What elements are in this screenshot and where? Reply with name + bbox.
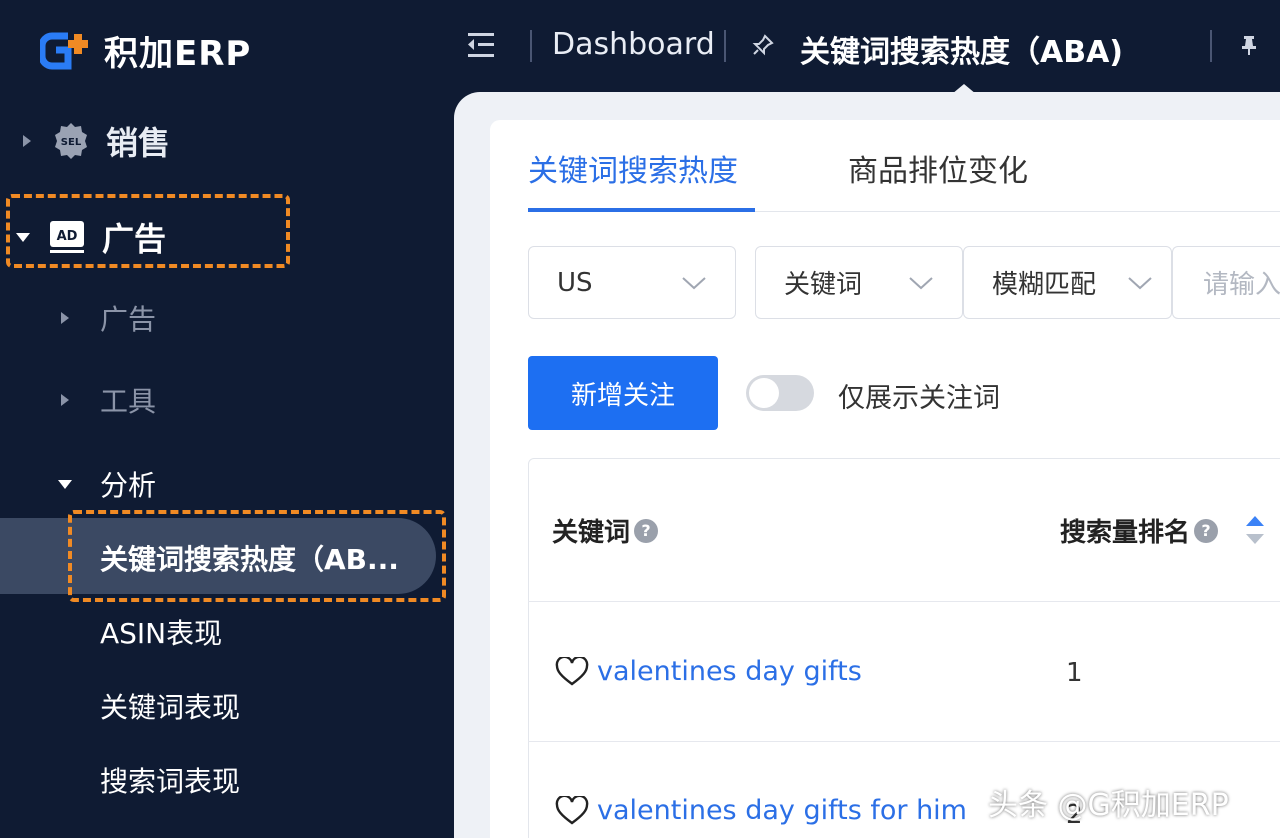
highlight-box — [6, 194, 290, 268]
toggle-knob — [749, 378, 779, 408]
heart-outline-icon[interactable] — [555, 656, 589, 687]
column-header-search-rank[interactable]: 搜索量排名 ? — [1060, 512, 1219, 549]
sidebar-sub-ads[interactable]: 广告 — [56, 298, 156, 338]
breadcrumb-dashboard[interactable]: Dashboard — [552, 27, 715, 62]
sidebar-item-search-term-performance[interactable]: 搜索词表现 — [100, 760, 240, 800]
sidebar-sub-label: 分析 — [100, 469, 157, 502]
keyword-link[interactable]: valentines day gifts for him — [597, 795, 967, 826]
column-header-label: 搜索量排名 — [1060, 518, 1191, 548]
sidebar-item-label: ASIN表现 — [100, 617, 223, 650]
topbar-divider — [530, 30, 532, 62]
app-logo[interactable]: 积加ERP — [40, 26, 251, 75]
help-icon[interactable]: ? — [1194, 518, 1219, 543]
chevron-down-icon — [1128, 276, 1152, 289]
caret-right-icon — [23, 135, 31, 147]
heart-outline-icon[interactable] — [555, 795, 589, 826]
highlight-box — [68, 510, 446, 602]
caret-right-icon — [61, 394, 69, 406]
add-follow-button[interactable]: 新增关注 — [528, 356, 718, 430]
svg-text:SEL: SEL — [61, 137, 82, 148]
market-select-value: US — [557, 267, 593, 298]
table-row: valentines day gifts for him — [555, 795, 967, 826]
sidebar-item-label: 搜索词表现 — [100, 765, 241, 798]
sidebar-item-label: 关键词表现 — [100, 691, 241, 724]
help-icon[interactable]: ? — [634, 518, 659, 543]
keyword-input[interactable]: 请输入 — [1172, 246, 1280, 319]
chevron-down-icon — [909, 276, 933, 289]
topbar-divider — [724, 30, 726, 62]
breadcrumb-current[interactable]: 关键词搜索热度（ABA) — [800, 27, 1123, 71]
watermark: 头条 @G积加ERP — [988, 788, 1229, 823]
rank-value: 1 — [1066, 658, 1083, 688]
sort-icon[interactable] — [1244, 514, 1266, 546]
sidebar-sub-label: 广告 — [100, 303, 157, 336]
field-select[interactable]: 关键词 — [755, 246, 963, 319]
field-select-value: 关键词 — [784, 270, 863, 300]
sidebar-sub-tools[interactable]: 工具 — [56, 380, 156, 420]
caret-down-icon — [58, 480, 72, 489]
tab-product-rank-change[interactable]: 商品排位变化 — [848, 146, 1028, 190]
pin-outline-icon[interactable] — [752, 34, 774, 56]
sidebar-group-label: 销售 — [106, 124, 171, 162]
keyword-link[interactable]: valentines day gifts — [597, 656, 862, 687]
logo-g-icon — [40, 32, 88, 69]
collapse-menu-icon[interactable] — [464, 28, 498, 62]
table-row: valentines day gifts — [555, 656, 862, 687]
caret-right-icon — [61, 312, 69, 324]
sidebar-item-asin-performance[interactable]: ASIN表现 — [100, 612, 222, 652]
market-select[interactable]: US — [528, 246, 736, 319]
logo-text: 积加ERP — [104, 34, 252, 74]
match-type-select[interactable]: 模糊匹配 — [963, 246, 1172, 319]
active-tab-indicator — [528, 208, 755, 212]
keyword-input-placeholder: 请输入 — [1203, 270, 1280, 300]
sidebar-sub-analysis[interactable]: 分析 — [56, 464, 156, 504]
sales-badge-icon: SEL — [55, 123, 87, 159]
sidebar-group-sales[interactable]: SEL 销售 — [18, 118, 170, 164]
table-row-divider — [528, 741, 1280, 742]
sidebar-item-keyword-performance[interactable]: 关键词表现 — [100, 686, 240, 726]
topbar-divider — [1210, 30, 1212, 62]
table-row-divider — [528, 601, 1280, 602]
column-header-label: 关键词 — [552, 518, 631, 548]
tab-keyword-search-volume[interactable]: 关键词搜索热度 — [528, 146, 738, 190]
chevron-down-icon — [682, 276, 706, 289]
only-followed-label: 仅展示关注词 — [838, 383, 1000, 414]
sidebar-sub-label: 工具 — [100, 385, 157, 418]
column-header-keyword: 关键词 ? — [552, 512, 659, 549]
only-followed-toggle[interactable] — [746, 375, 814, 411]
pin-filled-icon[interactable] — [1238, 34, 1260, 56]
match-type-select-value: 模糊匹配 — [992, 270, 1097, 300]
